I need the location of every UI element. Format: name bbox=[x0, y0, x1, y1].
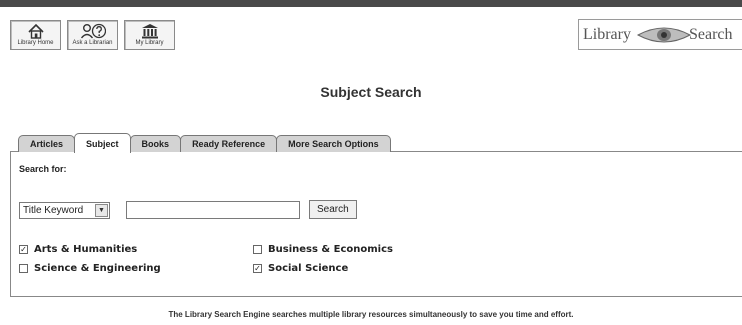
search-tabs: Articles Subject Books Ready Reference M… bbox=[18, 132, 391, 153]
chevron-down-icon[interactable]: ▼ bbox=[95, 204, 108, 217]
tab-subject[interactable]: Subject bbox=[74, 133, 131, 153]
search-type-value: Title Keyword bbox=[23, 205, 84, 216]
tab-books[interactable]: Books bbox=[129, 135, 182, 152]
logo-word-library: Library bbox=[583, 25, 631, 43]
subject-label-social-science: Social Science bbox=[268, 263, 349, 274]
ask-librarian-icon bbox=[80, 22, 106, 40]
ask-librarian-button[interactable]: Ask a Librarian bbox=[67, 20, 118, 50]
tab-ready-reference[interactable]: Ready Reference bbox=[180, 135, 278, 152]
my-library-label: My Library bbox=[135, 40, 164, 46]
subject-checkbox-arts-humanities[interactable]: ✓ Arts & Humanities bbox=[19, 244, 137, 255]
subject-label-business-economics: Business & Economics bbox=[268, 244, 393, 255]
checkbox-science-engineering[interactable] bbox=[19, 264, 28, 273]
top-bar bbox=[0, 0, 742, 7]
library-search-logo: Library Search bbox=[578, 19, 742, 50]
checkbox-social-science[interactable]: ✓ bbox=[253, 264, 262, 273]
search-input[interactable] bbox=[126, 201, 300, 219]
home-icon bbox=[27, 22, 44, 40]
checkbox-arts-humanities[interactable]: ✓ bbox=[19, 245, 28, 254]
subject-checkbox-business-economics[interactable]: Business & Economics bbox=[253, 244, 393, 255]
search-type-select[interactable]: Title Keyword ▼ bbox=[19, 202, 110, 219]
page-title: Subject Search bbox=[320, 84, 422, 100]
footer-description: The Library Search Engine searches multi… bbox=[168, 310, 574, 319]
search-for-label: Search for: bbox=[19, 164, 67, 174]
tab-articles[interactable]: Articles bbox=[18, 135, 76, 152]
library-home-button[interactable]: Library Home bbox=[10, 20, 61, 50]
subject-label-arts-humanities: Arts & Humanities bbox=[34, 244, 138, 255]
search-button[interactable]: Search bbox=[309, 200, 357, 219]
logo-word-search: Search bbox=[688, 25, 733, 43]
library-building-icon bbox=[141, 22, 159, 40]
library-home-label: Library Home bbox=[17, 40, 54, 46]
checkbox-business-economics[interactable] bbox=[253, 245, 262, 254]
subject-checkbox-science-engineering[interactable]: Science & Engineering bbox=[19, 263, 161, 274]
nav-buttons: Library Home Ask a Librarian My Library bbox=[10, 20, 175, 50]
ask-librarian-label: Ask a Librarian bbox=[72, 40, 113, 46]
subject-label-science-engineering: Science & Engineering bbox=[34, 263, 161, 274]
search-panel: Search for: Title Keyword ▼ Search ✓ Art… bbox=[10, 151, 742, 297]
eye-icon bbox=[636, 26, 691, 44]
subject-checkbox-social-science[interactable]: ✓ Social Science bbox=[253, 263, 348, 274]
my-library-button[interactable]: My Library bbox=[124, 20, 175, 50]
tab-more-search-options[interactable]: More Search Options bbox=[276, 135, 391, 152]
